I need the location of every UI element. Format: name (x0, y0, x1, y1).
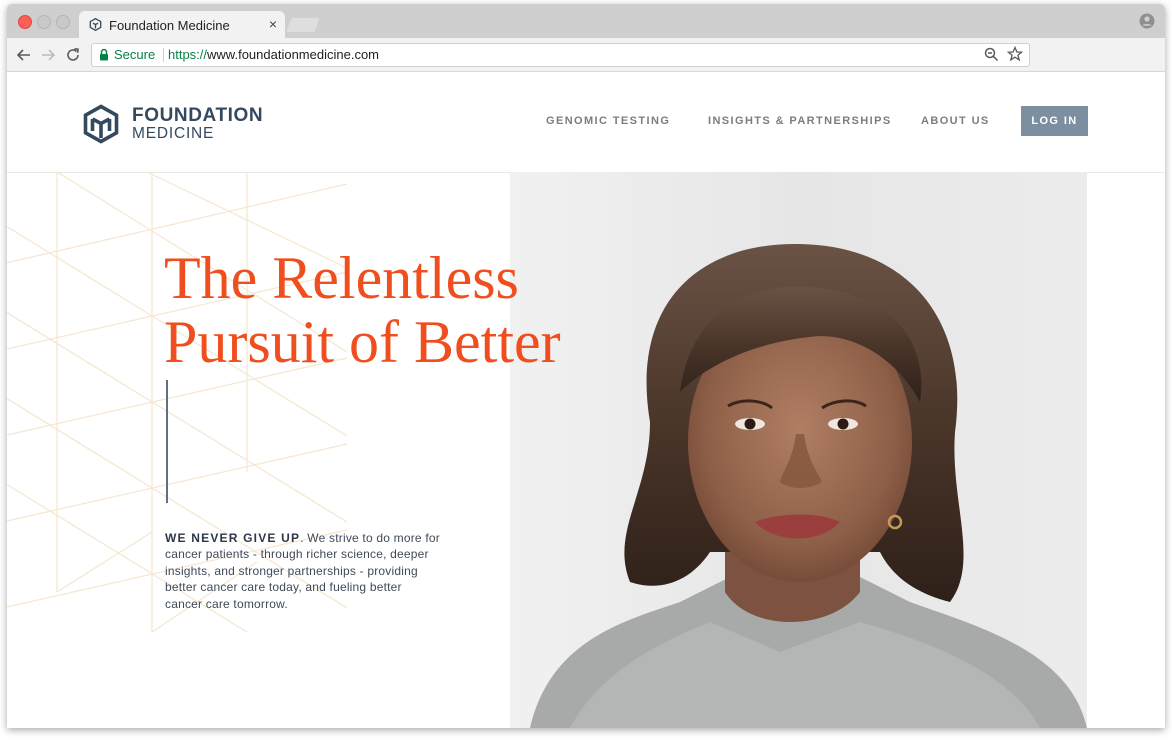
foundation-medicine-logo-icon (89, 18, 102, 31)
close-tab-icon[interactable]: × (269, 16, 277, 32)
browser-titlebar: Foundation Medicine × (7, 4, 1165, 38)
close-window-button[interactable] (18, 15, 32, 29)
site-logo[interactable]: FOUNDATION MEDICINE (83, 104, 273, 144)
new-tab-button[interactable] (286, 18, 320, 32)
nav-genomic-testing[interactable]: GENOMIC TESTING (546, 115, 670, 127)
url-scheme: https:// (168, 47, 208, 62)
browser-window: Foundation Medicine × Secure https://www… (7, 4, 1165, 728)
reload-icon[interactable] (65, 47, 81, 63)
nav-insights-partnerships[interactable]: INSIGHTS & PARTNERSHIPS (708, 115, 892, 127)
logo-wordmark-line1: FOUNDATION (132, 105, 264, 126)
site-header: FOUNDATION MEDICINE GENOMIC TESTING INSI… (7, 72, 1165, 173)
zoom-window-button[interactable] (56, 15, 70, 29)
hero-section: The Relentless Pursuit of Better WE NEVER… (7, 172, 1165, 728)
url-text[interactable]: https://www.foundationmedicine.com (168, 47, 379, 62)
web-page: FOUNDATION MEDICINE GENOMIC TESTING INSI… (7, 72, 1165, 728)
zoom-icon[interactable] (984, 47, 999, 62)
secure-label: Secure (114, 47, 156, 62)
accent-divider (166, 380, 168, 503)
foundation-medicine-logo-icon (83, 104, 119, 144)
headline-line1: The Relentless (164, 245, 519, 311)
lock-icon (100, 48, 108, 61)
profile-icon[interactable] (1139, 13, 1155, 29)
login-button[interactable]: LOG IN (1021, 106, 1088, 136)
hero-lead-text: WE NEVER GIVE UP (165, 531, 301, 545)
hero-body-text: WE NEVER GIVE UP. We strive to do more f… (165, 530, 440, 612)
headline-line2: Pursuit of Better (164, 309, 561, 375)
portrait-photo (510, 172, 1087, 728)
address-bar[interactable]: Secure https://www.foundationmedicine.co… (91, 43, 1030, 67)
back-arrow-icon[interactable] (16, 47, 32, 63)
bookmark-star-icon[interactable] (1007, 46, 1023, 62)
logo-wordmark-line2: MEDICINE (132, 125, 215, 142)
url-host: www.foundationmedicine.com (207, 47, 380, 62)
tab-title: Foundation Medicine (109, 18, 230, 33)
nav-about-us[interactable]: ABOUT US (921, 115, 990, 127)
forward-arrow-icon[interactable] (40, 47, 56, 63)
minimize-window-button[interactable] (37, 15, 51, 29)
browser-toolbar: Secure https://www.foundationmedicine.co… (7, 38, 1165, 72)
url-divider (163, 48, 164, 62)
hero-headline: The Relentless Pursuit of Better (164, 246, 561, 374)
tab-foundation-medicine[interactable]: Foundation Medicine × (79, 11, 285, 38)
